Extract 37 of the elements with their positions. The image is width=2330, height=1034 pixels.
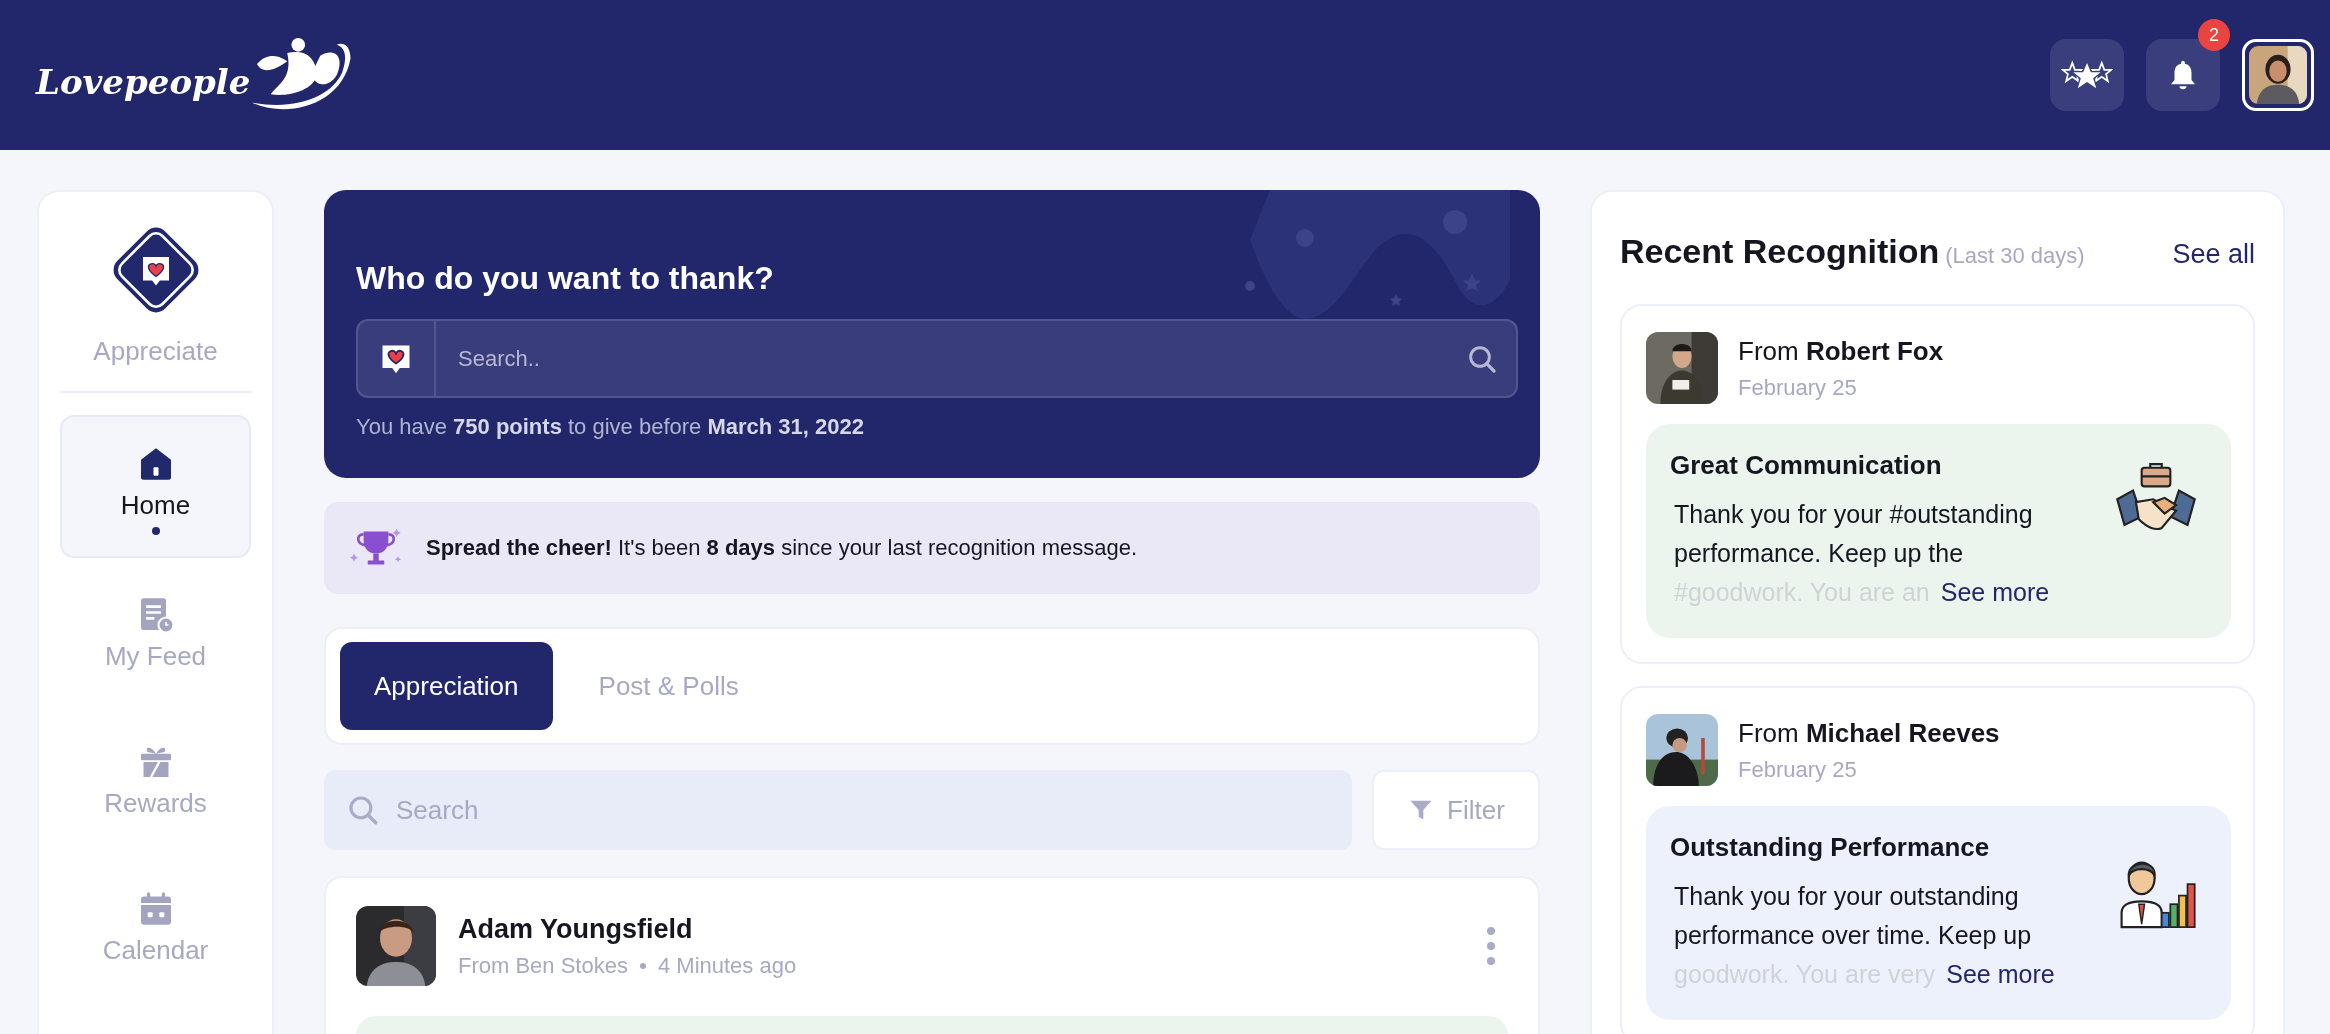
tab[interactable]: Post & Polls bbox=[564, 642, 773, 730]
panel-title: Recent Recognition bbox=[1620, 232, 1940, 271]
nav-item[interactable]: Calendar bbox=[60, 856, 251, 999]
recipient-search-field[interactable]: Search.. bbox=[436, 344, 1466, 373]
brand-name: Lovepeople bbox=[36, 62, 251, 102]
hero-title: Who do you want to thank? bbox=[356, 260, 775, 297]
search-box[interactable]: Search bbox=[324, 770, 1352, 850]
points-text: You have 750 points to give before March 31, 2022 bbox=[356, 414, 865, 440]
period-text: (Last 30 days) bbox=[1945, 243, 2085, 269]
author-name: Adam Youngsfield bbox=[458, 913, 694, 945]
notifications-button[interactable] bbox=[2146, 39, 2220, 111]
favorites-button[interactable] bbox=[2050, 39, 2124, 111]
nav-item[interactable]: My Feed bbox=[60, 562, 251, 705]
search-icon bbox=[346, 793, 380, 827]
date-text: February 25 bbox=[1738, 374, 1858, 401]
nav-item[interactable]: Home bbox=[60, 415, 251, 558]
nav-item[interactable]: Rewards bbox=[60, 709, 251, 852]
recipient-search-box[interactable]: Search.. bbox=[356, 319, 1518, 398]
see-more-link[interactable]: See more bbox=[1946, 960, 2055, 988]
notification-badge: 2 bbox=[2198, 19, 2230, 51]
profile-button[interactable] bbox=[2242, 39, 2314, 111]
tab[interactable]: Appreciation bbox=[340, 642, 553, 730]
search-field[interactable]: Search bbox=[394, 793, 1352, 827]
selection-dot bbox=[151, 526, 160, 535]
filter-button[interactable]: Filter bbox=[1372, 770, 1540, 850]
sender-text: From Michael Reeves bbox=[1738, 717, 2000, 749]
see-all-link[interactable]: See all bbox=[2172, 239, 2255, 270]
sender-text: From Robert Fox bbox=[1738, 335, 1944, 367]
post-time: 4 Minutes ago bbox=[657, 952, 797, 979]
see-more-link[interactable]: See more bbox=[1940, 578, 2050, 606]
cheer-message: Spread the cheer! It's been 8 days since your last recognition message. bbox=[426, 535, 1137, 561]
appreciate-button[interactable]: Appreciate bbox=[93, 218, 218, 367]
sender-text: From Ben Stokes bbox=[458, 952, 628, 979]
badge-title: Great Communication bbox=[1670, 450, 1943, 481]
separator-dot bbox=[639, 962, 646, 969]
badge-title: Outstanding Performance bbox=[1670, 832, 1991, 863]
date-text: February 25 bbox=[1738, 756, 1858, 783]
